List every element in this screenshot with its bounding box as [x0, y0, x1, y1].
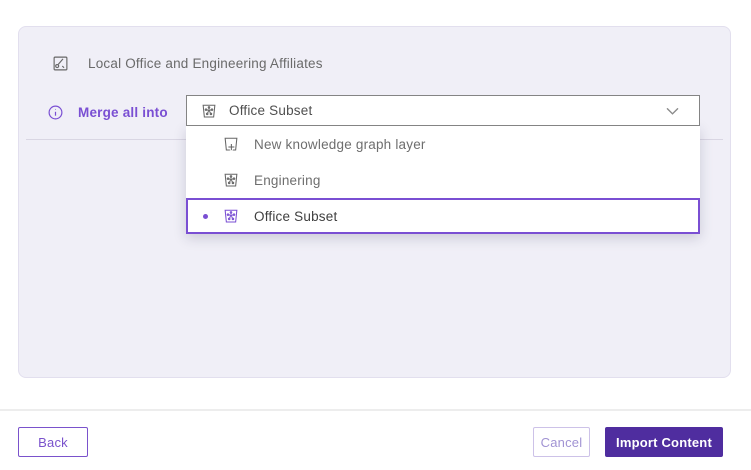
merge-all-into-row: Merge all into: [47, 100, 168, 124]
cancel-button[interactable]: Cancel: [533, 427, 590, 457]
dropdown-item-label: Office Subset: [254, 209, 337, 224]
source-layer-row: Local Office and Engineering Affiliates: [52, 51, 323, 75]
knowledge-graph-layer-icon: [222, 207, 240, 225]
import-content-button[interactable]: Import Content: [605, 427, 723, 457]
source-layer-label: Local Office and Engineering Affiliates: [88, 56, 323, 71]
import-content-dialog: Local Office and Engineering Affiliates …: [0, 0, 751, 470]
dropdown-item-label: Enginering: [254, 173, 321, 188]
knowledge-graph-layer-icon: [200, 102, 218, 120]
new-knowledge-graph-layer-icon: [222, 135, 240, 153]
footer-divider: [0, 409, 751, 411]
info-icon: [47, 104, 64, 121]
bullet-slot: [188, 214, 222, 219]
merge-target-combobox[interactable]: Office Subset: [186, 95, 700, 126]
dropdown-item-label: New knowledge graph layer: [254, 137, 426, 152]
combobox-value: Office Subset: [229, 103, 312, 118]
merge-all-into-label: Merge all into: [78, 105, 168, 120]
merge-target-dropdown: New knowledge graph layer Enginering: [186, 126, 700, 234]
selected-bullet: [203, 214, 208, 219]
knowledge-graph-layer-icon: [222, 171, 240, 189]
dropdown-item-new-knowledge-graph-layer[interactable]: New knowledge graph layer: [186, 126, 700, 162]
chevron-down-icon[interactable]: [666, 107, 679, 116]
back-button[interactable]: Back: [18, 427, 88, 457]
link-chart-layer-icon: [52, 55, 69, 72]
dropdown-item-office-subset[interactable]: Office Subset: [186, 198, 700, 234]
dropdown-item-enginering[interactable]: Enginering: [186, 162, 700, 198]
